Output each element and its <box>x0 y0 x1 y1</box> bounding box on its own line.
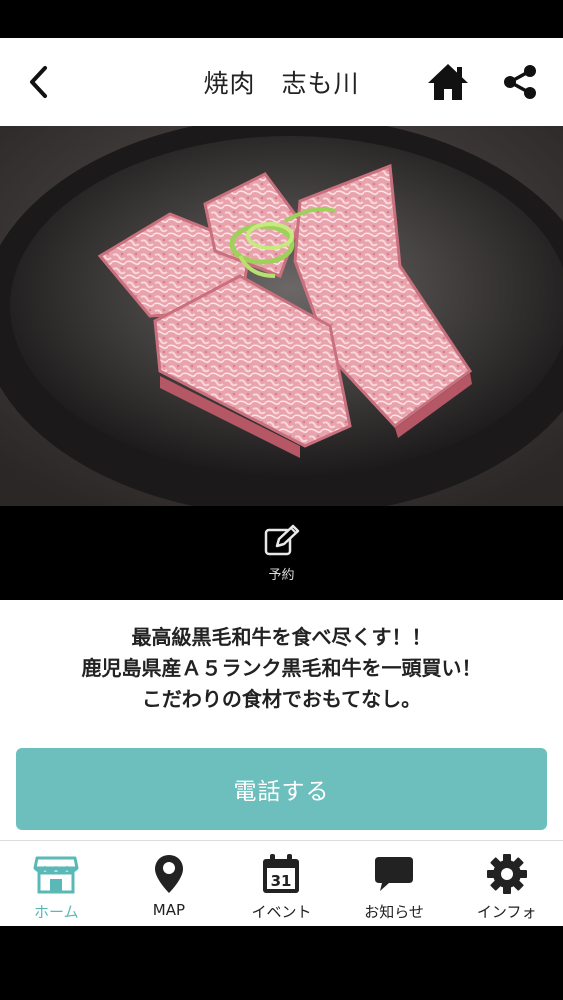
tab-news[interactable]: お知らせ <box>338 841 451 926</box>
catch-line-3: こだわりの食材でおもてなし。 <box>141 687 422 711</box>
page-title: 焼肉 志も川 <box>203 69 360 98</box>
tab-map-label: MAP <box>152 901 186 919</box>
tab-home-label: ホーム <box>34 903 79 921</box>
back-button[interactable] <box>18 60 58 104</box>
calendar-icon: 31 <box>263 854 300 893</box>
catch-line-1: 最高級黒毛和牛を食べ尽くす！！ <box>131 625 432 649</box>
reserve-label: 予約 <box>268 567 295 583</box>
tab-home[interactable]: ホーム <box>0 841 113 926</box>
tab-info-label: インフォ <box>476 903 537 921</box>
gear-icon <box>486 854 527 894</box>
call-button[interactable]: 電話する <box>16 748 547 830</box>
tab-map[interactable]: MAP <box>113 841 226 926</box>
tab-event[interactable]: 31 イベント <box>225 841 338 926</box>
share-button[interactable] <box>498 60 542 104</box>
share-icon <box>504 65 536 99</box>
catch-line-2: 鹿児島県産Ａ５ランク黒毛和牛を一頭買い！ <box>81 656 482 680</box>
tab-event-label: イベント <box>251 903 312 921</box>
home-icon <box>428 64 468 100</box>
chevron-left-icon <box>30 66 47 98</box>
main-content: 最高級黒毛和牛を食べ尽くす！！ 鹿児島県産Ａ５ランク黒毛和牛を一頭買い！ こだわ… <box>0 600 563 840</box>
calendar-day-text: 31 <box>271 872 292 890</box>
pencil-edit-icon <box>264 524 299 555</box>
store-icon <box>33 856 79 894</box>
tab-news-label: お知らせ <box>364 903 424 921</box>
bottom-tab-bar: ホーム MAP 31 イベント お知らせ インフォ <box>0 840 563 926</box>
app-header: 焼肉 志も川 <box>0 38 563 126</box>
home-button[interactable] <box>424 58 472 106</box>
map-pin-icon <box>154 855 183 893</box>
reserve-button[interactable]: 予約 <box>0 506 563 600</box>
bottom-bezel <box>0 926 563 1000</box>
status-bar-area <box>0 0 563 38</box>
wagyu-plate-illustration <box>0 126 563 506</box>
tab-info[interactable]: インフォ <box>450 841 563 926</box>
catchphrase: 最高級黒毛和牛を食べ尽くす！！ 鹿児島県産Ａ５ランク黒毛和牛を一頭買い！ こだわ… <box>0 622 563 715</box>
hero-image <box>0 126 563 506</box>
speech-bubble-icon <box>375 857 414 891</box>
